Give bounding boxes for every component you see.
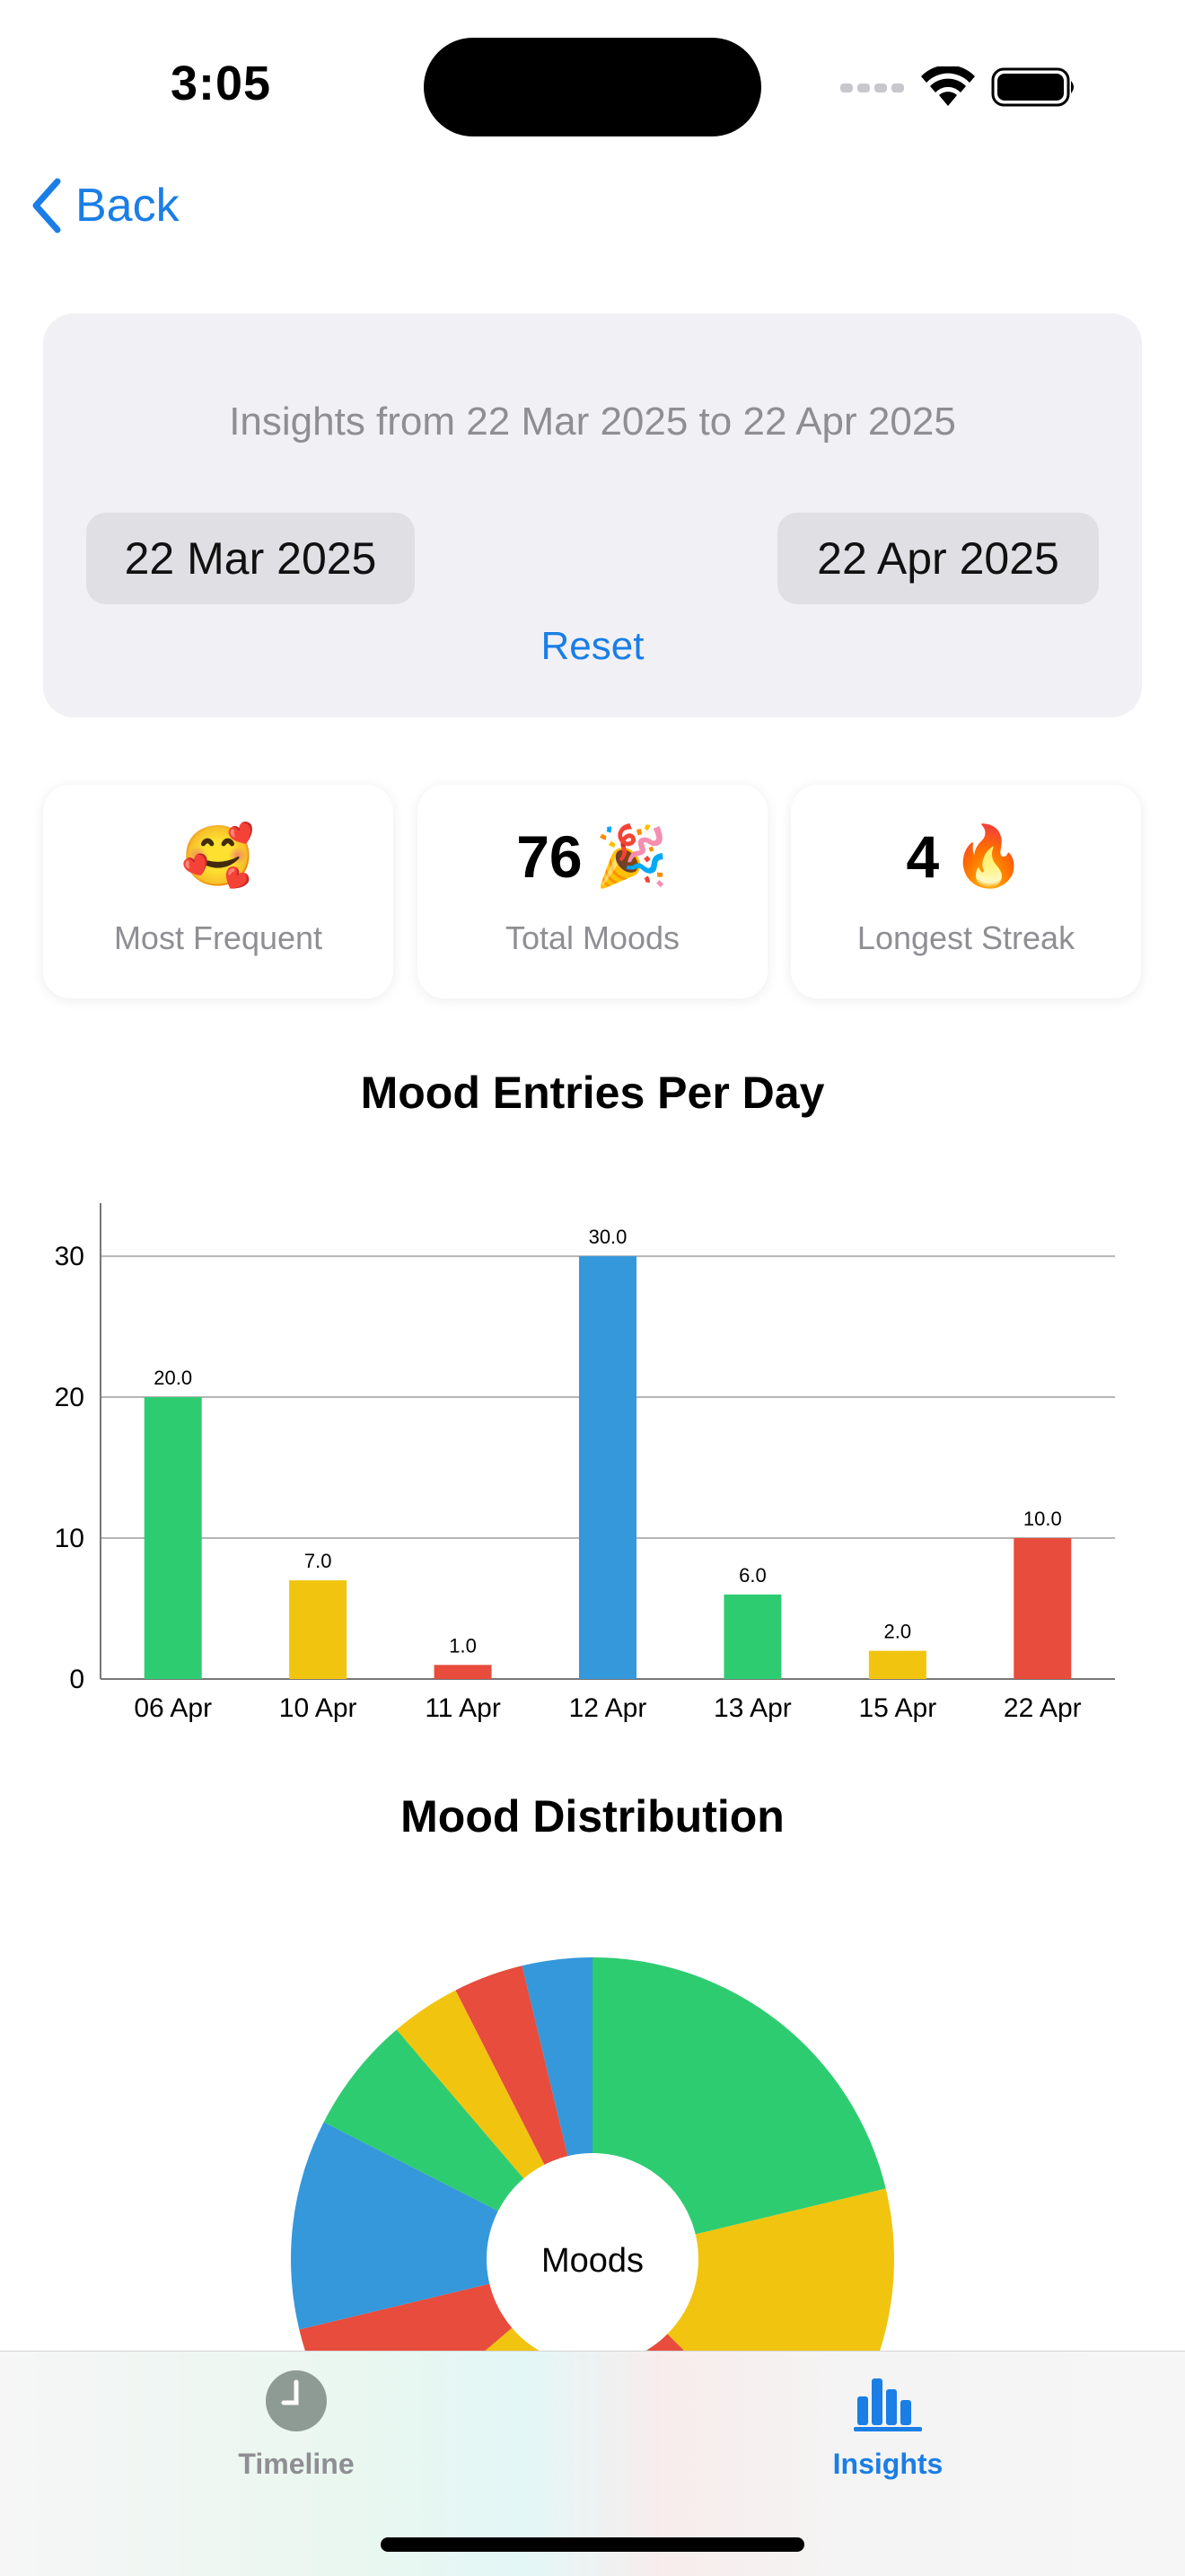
date-filter-card: Insights from 22 Mar 2025 to 22 Apr 2025…	[43, 313, 1142, 717]
bar	[724, 1594, 782, 1679]
tab-timeline-label: Timeline	[238, 2448, 355, 2480]
chevron-left-icon	[32, 178, 61, 233]
wifi-icon	[921, 66, 975, 106]
fire-emoji: 🔥	[952, 822, 1026, 889]
home-indicator	[381, 2537, 804, 2552]
party-popper-emoji: 🎉	[594, 822, 669, 889]
total-moods-value: 76	[516, 823, 583, 890]
x-tick-label: 22 Apr	[1004, 1693, 1082, 1723]
reset-button[interactable]: Reset	[43, 624, 1142, 669]
most-frequent-emoji: 🥰	[180, 822, 256, 889]
end-date-picker[interactable]: 22 Apr 2025	[777, 513, 1099, 604]
bar-value-label: 2.0	[884, 1621, 912, 1643]
battery-icon	[991, 67, 1074, 107]
y-tick-label: 20	[55, 1383, 84, 1412]
bar	[144, 1397, 202, 1679]
x-tick-label: 06 Apr	[134, 1693, 212, 1723]
longest-streak-card: 4 🔥 Longest Streak	[791, 785, 1141, 998]
pie-chart-title: Mood Distribution	[400, 1791, 785, 1842]
tab-insights[interactable]: Insights	[753, 2369, 1023, 2481]
bar	[868, 1650, 926, 1679]
y-tick-label: 30	[55, 1242, 84, 1271]
x-tick-label: 10 Apr	[279, 1693, 357, 1723]
mood-entries-bar-chart: 0 10 20 30 20.0 06 Apr 7.0 10 Apr 1.0 11 Apr 30.0 1…	[55, 1203, 1115, 1723]
x-tick-label: 15 Apr	[858, 1693, 936, 1723]
tab-timeline[interactable]: Timeline	[162, 2369, 431, 2481]
bar-value-label: 30.0	[589, 1226, 628, 1248]
bar	[579, 1256, 636, 1679]
most-frequent-card: 🥰 Most Frequent	[43, 785, 393, 998]
y-tick-label: 10	[55, 1524, 84, 1553]
longest-streak-label: Longest Streak	[856, 919, 1075, 956]
date-range-summary: Insights from 22 Mar 2025 to 22 Apr 2025	[229, 400, 956, 444]
mood-distribution-pie-chart: Moods	[291, 1957, 894, 2351]
start-date-picker[interactable]: 22 Mar 2025	[86, 513, 415, 604]
bar	[1014, 1538, 1072, 1679]
back-label: Back	[75, 180, 180, 232]
back-button[interactable]: Back	[31, 178, 180, 233]
clock-icon	[266, 2370, 327, 2431]
status-time: 3:05	[171, 57, 272, 110]
bar-value-label: 10.0	[1023, 1508, 1062, 1530]
longest-streak-value: 4	[906, 823, 940, 890]
bar-value-label: 6.0	[739, 1564, 767, 1587]
tab-insights-label: Insights	[832, 2448, 944, 2480]
total-moods-card: 76 🎉 Total Moods	[417, 785, 768, 998]
total-moods-label: Total Moods	[505, 919, 680, 956]
bar-value-label: 20.0	[154, 1367, 192, 1389]
bar	[289, 1580, 347, 1679]
x-tick-label: 11 Apr	[425, 1693, 501, 1723]
bar-chart-icon	[854, 2378, 922, 2431]
status-icons	[840, 65, 1077, 110]
bar	[434, 1665, 492, 1679]
pie-center-label: Moods	[541, 2242, 644, 2280]
dynamic-island	[424, 38, 761, 136]
y-tick-label: 0	[69, 1665, 84, 1694]
x-tick-label: 12 Apr	[569, 1693, 647, 1723]
bar-value-label: 1.0	[449, 1634, 477, 1657]
bar-value-label: 7.0	[304, 1550, 332, 1572]
x-tick-label: 13 Apr	[714, 1693, 792, 1723]
bar-chart-title: Mood Entries Per Day	[360, 1068, 825, 1118]
most-frequent-label: Most Frequent	[113, 919, 323, 956]
signal-icon	[840, 84, 904, 92]
